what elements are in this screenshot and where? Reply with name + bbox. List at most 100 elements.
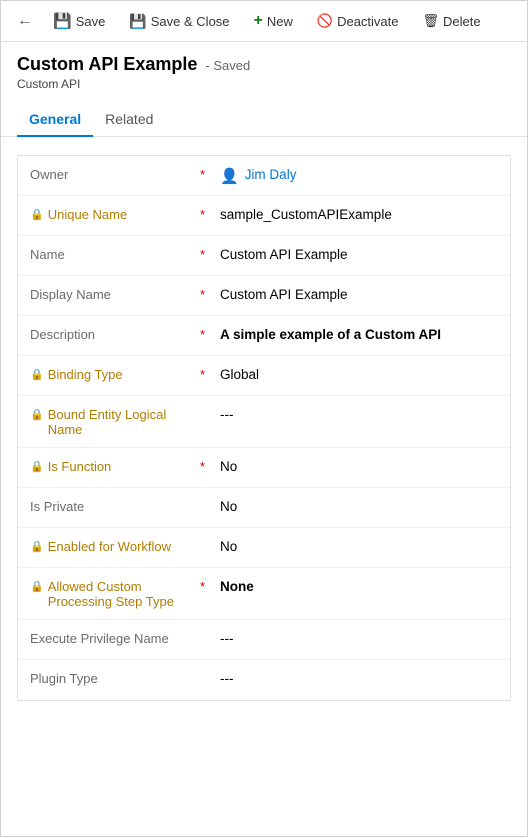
required-indicator <box>200 670 220 671</box>
lock-icon: 🔒 <box>30 408 44 421</box>
save-close-label: Save & Close <box>151 14 230 29</box>
delete-label: Delete <box>443 14 481 29</box>
required-indicator <box>200 406 220 407</box>
required-indicator: * <box>200 166 220 182</box>
field-label-text: Owner <box>30 167 68 182</box>
required-indicator: * <box>200 578 220 594</box>
required-indicator <box>200 630 220 631</box>
new-button[interactable]: + New <box>244 7 303 35</box>
form-section: Owner*👤Jim Daly🔒Unique Name*sample_Custo… <box>1 137 527 711</box>
back-button[interactable]: ← <box>11 7 39 35</box>
delete-icon: 🗑 <box>423 13 440 29</box>
field-value-text: Global <box>220 367 259 382</box>
field-label: Description <box>30 326 200 342</box>
field-label: Is Private <box>30 498 200 514</box>
page-subtitle: Custom API <box>17 77 511 91</box>
field-label-text: Is Function <box>48 459 112 474</box>
field-label-text: Is Private <box>30 499 84 514</box>
delete-button[interactable]: 🗑 Delete <box>413 8 491 34</box>
tabs: General Related <box>1 103 527 137</box>
required-indicator: * <box>200 246 220 262</box>
field-value-text: A simple example of a Custom API <box>220 327 441 342</box>
lock-icon: 🔒 <box>30 580 44 593</box>
field-value-text: No <box>220 459 237 474</box>
field-label: Owner <box>30 166 200 182</box>
form-row: Description*A simple example of a Custom… <box>18 316 510 356</box>
field-value: Custom API Example <box>220 286 498 302</box>
save-close-button[interactable]: 💾 Save & Close <box>119 8 239 35</box>
field-label: 🔒 Unique Name <box>30 206 200 222</box>
form-row: 🔒 Unique Name *sample_CustomAPIExample <box>18 196 510 236</box>
field-label-text: Binding Type <box>48 367 123 382</box>
field-value: sample_CustomAPIExample <box>220 206 498 222</box>
deactivate-button[interactable]: 🚫 Deactivate <box>307 8 409 34</box>
field-label-text: Display Name <box>30 287 111 302</box>
required-indicator: * <box>200 286 220 302</box>
tab-general[interactable]: General <box>17 103 93 137</box>
page-title: Custom API Example <box>17 54 197 75</box>
form-row: Execute Privilege Name --- <box>18 620 510 660</box>
tab-related[interactable]: Related <box>93 103 165 137</box>
field-label: Execute Privilege Name <box>30 630 200 646</box>
form-row: 🔒Allowed Custom Processing Step Type*Non… <box>18 568 510 620</box>
lock-icon: 🔒 <box>30 460 44 473</box>
field-value: Custom API Example <box>220 246 498 262</box>
form-row: Owner *👤Jim Daly <box>18 156 510 196</box>
required-indicator: * <box>200 458 220 474</box>
field-label: Name <box>30 246 200 262</box>
form-row: 🔒Enabled for Workflow No <box>18 528 510 568</box>
field-value: None <box>220 578 498 594</box>
field-label: Plugin Type <box>30 670 200 686</box>
save-button[interactable]: 💾 Save <box>43 7 115 35</box>
form-card: Owner*👤Jim Daly🔒Unique Name*sample_Custo… <box>17 155 511 701</box>
field-value[interactable]: 👤Jim Daly <box>220 166 498 185</box>
form-row: 🔒 Is Function *No <box>18 448 510 488</box>
field-value: --- <box>220 406 498 422</box>
field-label: 🔒 Bound Entity Logical Name <box>30 406 200 437</box>
new-icon: + <box>254 12 263 30</box>
field-label: 🔒 Is Function <box>30 458 200 474</box>
field-value-text: None <box>220 579 254 594</box>
field-value-text: Custom API Example <box>220 287 348 302</box>
lock-icon: 🔒 <box>30 208 44 221</box>
field-value-text: --- <box>220 631 234 646</box>
save-close-icon: 💾 <box>129 13 146 30</box>
form-row: Is Private No <box>18 488 510 528</box>
field-label: 🔒 Binding Type <box>30 366 200 382</box>
field-value: No <box>220 538 498 554</box>
form-row: 🔒 Binding Type *Global <box>18 356 510 396</box>
lock-icon: 🔒 <box>30 368 44 381</box>
field-value-text: No <box>220 539 237 554</box>
field-value-text: No <box>220 499 237 514</box>
required-indicator: * <box>200 366 220 382</box>
required-indicator <box>200 538 220 539</box>
field-label-text: Unique Name <box>48 207 128 222</box>
field-label-text: Execute Privilege Name <box>30 631 169 646</box>
field-label: Display Name <box>30 286 200 302</box>
field-value: No <box>220 498 498 514</box>
saved-status: - Saved <box>205 58 250 73</box>
form-row: 🔒 Bound Entity Logical Name --- <box>18 396 510 448</box>
form-row: Display Name *Custom API Example <box>18 276 510 316</box>
form-row: Name *Custom API Example <box>18 236 510 276</box>
form-row: Plugin Type --- <box>18 660 510 700</box>
field-label: 🔒Enabled for Workflow <box>30 538 200 554</box>
field-label: 🔒Allowed Custom Processing Step Type <box>30 578 200 609</box>
field-label-text: Name <box>30 247 65 262</box>
field-value-text: sample_CustomAPIExample <box>220 207 392 222</box>
field-value-text: --- <box>220 407 234 422</box>
field-label-text: Plugin Type <box>30 671 98 686</box>
new-label: New <box>267 14 293 29</box>
save-label: Save <box>76 14 106 29</box>
field-value: A simple example of a Custom API <box>220 326 498 342</box>
field-label-text: Bound Entity Logical Name <box>48 407 200 437</box>
required-indicator: * <box>200 326 220 342</box>
field-value: --- <box>220 630 498 646</box>
deactivate-label: Deactivate <box>337 14 398 29</box>
toolbar: ← 💾 Save 💾 Save & Close + New 🚫 Deactiva… <box>1 1 527 42</box>
required-indicator: * <box>200 206 220 222</box>
field-value: No <box>220 458 498 474</box>
field-value: Global <box>220 366 498 382</box>
field-value: --- <box>220 670 498 686</box>
field-value-text: --- <box>220 671 234 686</box>
